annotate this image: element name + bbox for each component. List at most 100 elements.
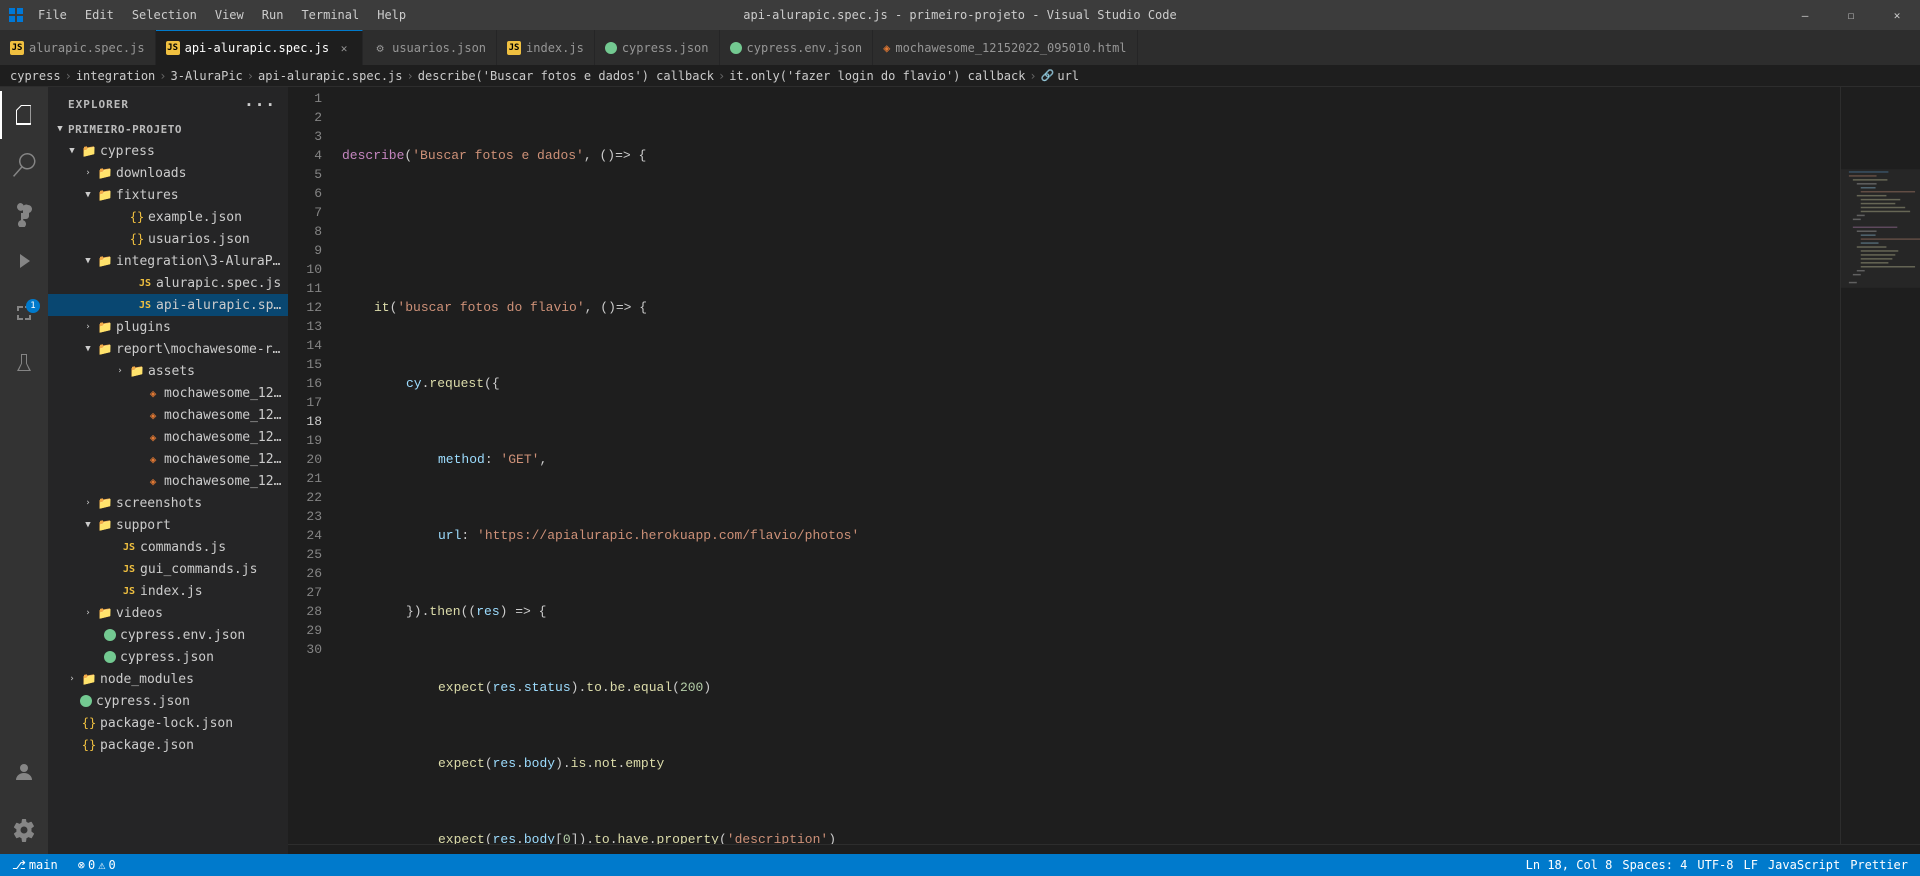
close-button[interactable]: ✕ (1874, 0, 1920, 30)
window-controls: — ☐ ✕ (1782, 0, 1920, 30)
file-alurapic-spec[interactable]: › JS alurapic.spec.js (48, 272, 288, 294)
file-gui-commands-js-icon: JS (120, 564, 138, 575)
breadcrumb-cypress[interactable]: cypress (10, 69, 61, 83)
menu-file[interactable]: File (30, 6, 75, 24)
menu-view[interactable]: View (207, 6, 252, 24)
code-editor[interactable]: 1 2 3 4 5 6 7 8 9 10 11 12 13 14 15 16 1 (288, 87, 1920, 844)
folder-assets-label: assets (148, 364, 195, 379)
status-errors[interactable]: ⊗ 0 ⚠ 0 (74, 858, 120, 872)
editor-area: 1 2 3 4 5 6 7 8 9 10 11 12 13 14 15 16 1 (288, 87, 1920, 854)
file-mocha3[interactable]: ◈ mochawesome_12152022_1... (48, 426, 288, 448)
folder-downloads[interactable]: › 📁 downloads (48, 162, 288, 184)
status-encoding-label: UTF-8 (1697, 858, 1733, 872)
activity-account[interactable] (0, 748, 48, 796)
file-cypress-json-root-icon (80, 695, 92, 707)
menu-run[interactable]: Run (254, 6, 292, 24)
tab-index-js[interactable]: JS index.js (497, 30, 595, 65)
sidebar-more-icon[interactable]: ··· (244, 95, 276, 114)
folder-fixtures[interactable]: ▼ 📁 fixtures (48, 184, 288, 206)
status-line-col[interactable]: Ln 18, Col 8 (1522, 858, 1617, 872)
file-api-alurapic-spec[interactable]: › JS api-alurapic.spec.js (48, 294, 288, 316)
maximize-button[interactable]: ☐ (1828, 0, 1874, 30)
folder-cypress[interactable]: ▼ 📁 cypress (48, 140, 288, 162)
tab-cypress-json[interactable]: cypress.json (595, 30, 720, 65)
minimize-button[interactable]: — (1782, 0, 1828, 30)
file-mocha5[interactable]: ◈ mochawesome_12192022_0... (48, 470, 288, 492)
status-language[interactable]: JavaScript (1764, 858, 1844, 872)
status-warnings-label: 0 (108, 858, 115, 872)
breadcrumb-3alurapic[interactable]: 3-AluraPic (171, 69, 243, 83)
breadcrumb-filename[interactable]: api-alurapic.spec.js (258, 69, 403, 83)
menu-terminal[interactable]: Terminal (293, 6, 367, 24)
horizontal-scrollbar[interactable] (288, 844, 1920, 854)
folder-report[interactable]: ▼ 📁 report\mochawesome-report (48, 338, 288, 360)
folder-node-modules-arrow: › (64, 674, 80, 684)
status-spaces[interactable]: Spaces: 4 (1618, 858, 1691, 872)
file-mocha2[interactable]: ◈ mochawesome_12152022_1... (48, 404, 288, 426)
project-root[interactable]: ▼ PRIMEIRO-PROJETO (48, 118, 288, 140)
folder-plugins[interactable]: › 📁 plugins (48, 316, 288, 338)
tab-usuarios-json[interactable]: ⚙ usuarios.json (363, 30, 497, 65)
file-mocha1-label: mochawesome_12152022_0... (164, 386, 288, 401)
activity-debug[interactable] (0, 241, 48, 289)
tab-alurapic-spec[interactable]: JS alurapic.spec.js (0, 30, 156, 65)
tab-label-cypress-env: cypress.env.json (747, 41, 863, 55)
breadcrumb-describe[interactable]: describe('Buscar fotos e dados') callbac… (418, 69, 714, 83)
folder-screenshots-icon: 📁 (96, 496, 114, 510)
file-cypress-env-json[interactable]: cypress.env.json (48, 624, 288, 646)
breadcrumb-url[interactable]: 🔗 url (1041, 69, 1079, 83)
menu-help[interactable]: Help (369, 6, 414, 24)
file-index-js-support-icon: JS (120, 586, 138, 597)
tab-icon-cypress-env (730, 42, 742, 54)
file-cypress-json-sidebar[interactable]: cypress.json (48, 646, 288, 668)
file-usuarios-json[interactable]: › {} usuarios.json (48, 228, 288, 250)
activity-testing[interactable] (0, 341, 48, 389)
tab-close-api-alurapic[interactable]: ✕ (336, 40, 352, 56)
folder-node-modules[interactable]: › 📁 node_modules (48, 668, 288, 690)
file-commands-js[interactable]: JS commands.js (48, 536, 288, 558)
folder-integration[interactable]: ▼ 📁 integration\3-AluraPic (48, 250, 288, 272)
folder-support[interactable]: ▼ 📁 support (48, 514, 288, 536)
activity-search[interactable] (0, 141, 48, 189)
folder-assets[interactable]: › 📁 assets (48, 360, 288, 382)
tab-api-alurapic-spec[interactable]: JS api-alurapic.spec.js ✕ (156, 30, 364, 65)
file-cypress-json-root[interactable]: cypress.json (48, 690, 288, 712)
activity-settings[interactable] (0, 806, 48, 854)
status-encoding[interactable]: UTF-8 (1693, 858, 1737, 872)
menu-edit[interactable]: Edit (77, 6, 122, 24)
file-index-js-support[interactable]: JS index.js (48, 580, 288, 602)
folder-plugins-label: plugins (116, 320, 171, 335)
menu-selection[interactable]: Selection (124, 6, 205, 24)
breadcrumb-it-only[interactable]: it.only('fazer login do flavio') callbac… (729, 69, 1025, 83)
status-prettier[interactable]: Prettier (1846, 858, 1912, 872)
file-package-json[interactable]: {} package.json (48, 734, 288, 756)
code-content[interactable]: describe('Buscar fotos e dados', ()=> { … (338, 87, 1840, 844)
file-example-json[interactable]: › {} example.json (48, 206, 288, 228)
tab-icon-api-alurapic: JS (166, 41, 180, 55)
file-index-js-support-label: index.js (140, 584, 203, 599)
file-gui-commands-js[interactable]: JS gui_commands.js (48, 558, 288, 580)
tab-label-mochawesome: mochawesome_12152022_095010.html (895, 41, 1126, 55)
file-package-lock-json[interactable]: {} package-lock.json (48, 712, 288, 734)
tab-cypress-env-json[interactable]: cypress.env.json (720, 30, 874, 65)
file-mocha1[interactable]: ◈ mochawesome_12152022_0... (48, 382, 288, 404)
folder-downloads-arrow: › (80, 168, 96, 178)
file-usuarios-json-label: usuarios.json (148, 232, 250, 247)
status-line-ending[interactable]: LF (1740, 858, 1762, 872)
tab-mochawesome-html[interactable]: ◈ mochawesome_12152022_095010.html (873, 30, 1137, 65)
breadcrumb-integration[interactable]: integration (76, 69, 155, 83)
status-branch[interactable]: ⎇ main (8, 858, 62, 872)
activity-bar: 1 (0, 87, 48, 854)
folder-screenshots[interactable]: › 📁 screenshots (48, 492, 288, 514)
activity-git[interactable] (0, 191, 48, 239)
code-line-5: method: 'GET', (338, 450, 1840, 469)
folder-cypress-label: cypress (100, 144, 155, 159)
activity-explorer[interactable] (0, 91, 48, 139)
folder-fixtures-icon: 📁 (96, 188, 114, 202)
file-mocha4[interactable]: ◈ mochawesome_12192022_0... (48, 448, 288, 470)
folder-videos[interactable]: › 📁 videos (48, 602, 288, 624)
file-mocha5-label: mochawesome_12192022_0... (164, 474, 288, 489)
sidebar-header: EXPLORER ··· (48, 87, 288, 118)
sidebar-content[interactable]: ▼ PRIMEIRO-PROJETO ▼ 📁 cypress › 📁 downl… (48, 118, 288, 854)
activity-extensions[interactable]: 1 (0, 291, 48, 339)
